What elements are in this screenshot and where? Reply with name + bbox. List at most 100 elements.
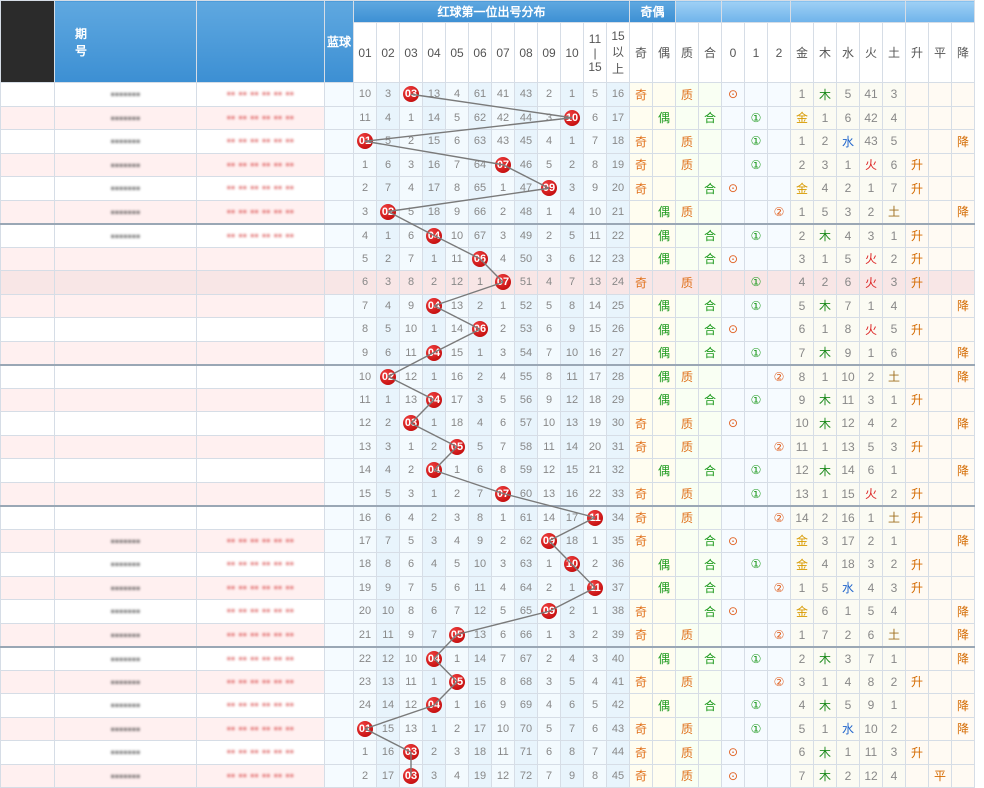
issue-number: ▪▪▪▪▪▪▪ [54,152,197,177]
table-row[interactable]: 7 4 9 04 13 2 1 52 5 8 14 25 偶合 ① 5 木 7 1 4 降 [0,293,975,318]
blue-ball [324,176,354,201]
dist-cell: 04 [422,693,446,718]
table-row[interactable]: ▪▪▪▪▪▪▪ ▪▪ ▪▪ ▪▪ ▪▪ ▪▪ ▪▪ 18 8 6 4 5 10 3 63 1 10 2 3… [0,552,975,577]
element-cell: 5 [836,693,860,718]
row-index [0,599,55,624]
dist-cell: 3 [445,740,469,765]
trend-cell: 升 [905,481,929,506]
dist-cell: 3 [376,82,400,107]
first-ball-marker: 02 [380,203,396,220]
table-row[interactable]: 9 6 11 04 15 1 3 54 7 10 16 27 偶合 ① 7 木 9 1 6 降 [0,340,975,365]
dist-cell: 1 [491,293,515,318]
table-row[interactable]: ▪▪▪▪▪▪▪ ▪▪ ▪▪ ▪▪ ▪▪ ▪▪ ▪▪ 24 14 12 04 1 16 9 69 4 6… [0,693,975,718]
issue-number [54,293,197,318]
remainder-cell [721,363,745,389]
trend-cell [951,270,975,295]
prime-comp-cell [698,152,722,177]
row-index [0,693,55,718]
table-row[interactable]: ▪▪▪▪▪▪▪ ▪▪ ▪▪ ▪▪ ▪▪ ▪▪ ▪▪ 1 16 03 2 3 18 11 71 6 8 7… [0,740,975,765]
table-row[interactable]: 8 5 10 1 14 06 2 53 6 9 15 26 偶合 ⊙ 6 1 8 火 5 升 [0,317,975,342]
table-row[interactable]: 5 2 7 1 11 06 4 50 3 6 12 23 偶合 ⊙ 3 1 5 火 2 升 [0,246,975,271]
table-row[interactable]: 10 02 12 1 16 2 4 55 8 11 17 28 偶质 ② 8 1 10 2 土降 [0,363,975,389]
element-cell: 1 [882,693,906,718]
remainder-cell [721,575,745,600]
remainder-cell [744,411,768,436]
element-cell: 1 [813,716,837,741]
dist-cell: 1 [376,222,400,248]
element-cell: 1 [882,458,906,483]
table-row[interactable]: ▪▪▪▪▪▪▪ ▪▪ ▪▪ ▪▪ ▪▪ ▪▪ ▪▪ 2 7 4 17 8 65 1 47 09 3 9 2… [0,176,975,201]
dist-cell: 12 [537,458,561,483]
table-row[interactable]: ▪▪▪▪▪▪▪ ▪▪ ▪▪ ▪▪ ▪▪ ▪▪ ▪▪ 1 6 3 16 7 64 07 46 5 2 8 1… [0,152,975,177]
dist-cell: 16 [583,340,607,365]
winning-numbers: ▪▪ ▪▪ ▪▪ ▪▪ ▪▪ ▪▪ [196,693,325,718]
table-row[interactable]: ▪▪▪▪▪▪▪ ▪▪ ▪▪ ▪▪ ▪▪ ▪▪ ▪▪ 11 4 1 14 5 62 42 44 3 10… [0,105,975,130]
table-row[interactable]: ▪▪▪▪▪▪▪ ▪▪ ▪▪ ▪▪ ▪▪ ▪▪ ▪▪ 01 5 2 15 6 63 43 45 4 1 7… [0,129,975,154]
dist-cell: 17 [353,528,377,553]
table-row[interactable]: ▪▪▪▪▪▪▪ ▪▪ ▪▪ ▪▪ ▪▪ ▪▪ ▪▪ 23 13 11 1 05 15 8 68 3 5… [0,669,975,694]
remainder-cell [744,199,768,224]
table-row[interactable]: 15 5 3 1 2 7 07 60 13 16 22 33 奇质 ① 13 1 15 火 2 升 [0,481,975,506]
table-row[interactable]: ▪▪▪▪▪▪▪ ▪▪ ▪▪ ▪▪ ▪▪ ▪▪ ▪▪ 19 9 7 5 6 11 4 64 2 1 11 3… [0,575,975,600]
table-row[interactable]: ▪▪▪▪▪▪▪ ▪▪ ▪▪ ▪▪ ▪▪ ▪▪ ▪▪ 3 02 5 18 9 66 2 48 1 4 10… [0,199,975,224]
table-row[interactable]: ▪▪▪▪▪▪▪ ▪▪ ▪▪ ▪▪ ▪▪ ▪▪ ▪▪ 01 15 13 1 2 17 10 70 5 7… [0,716,975,741]
remainder-cell: ① [744,340,768,365]
table-row[interactable]: ▪▪▪▪▪▪▪ ▪▪ ▪▪ ▪▪ ▪▪ ▪▪ ▪▪ 17 7 5 3 4 9 2 62 09 18 1 3… [0,528,975,553]
dist-cell: 5 [399,528,423,553]
odd-even-cell [652,270,676,295]
table-row[interactable]: ▪▪▪▪▪▪▪ ▪▪ ▪▪ ▪▪ ▪▪ ▪▪ ▪▪ 21 11 9 7 05 13 6 66 1 3 2… [0,622,975,647]
element-cell: 2 [790,152,814,177]
table-row[interactable]: 11 1 13 04 17 3 5 56 9 12 18 29 偶合 ① 9 木 11 3 1 升 [0,387,975,412]
remainder-cell [767,740,791,765]
dist-cell: 6 [399,552,423,577]
dist-cell: 1 [422,481,446,506]
element-cell: 4 [859,575,883,600]
element-cell: 2 [882,246,906,271]
winning-numbers: ▪▪ ▪▪ ▪▪ ▪▪ ▪▪ ▪▪ [196,222,325,248]
dist-cell: 66 [514,622,538,647]
table-row[interactable]: ▪▪▪▪▪▪▪ ▪▪ ▪▪ ▪▪ ▪▪ ▪▪ ▪▪ 4 1 6 04 10 67 3 49 2 5 11… [0,222,975,248]
issue-number: ▪▪▪▪▪▪▪ [54,669,197,694]
winning-numbers: ▪▪ ▪▪ ▪▪ ▪▪ ▪▪ ▪▪ [196,575,325,600]
dist-cell: 17 [606,105,630,130]
odd-even-cell: 偶 [652,105,676,130]
table-row[interactable]: 12 2 03 1 18 4 6 57 10 13 19 30 奇质 ⊙ 10 木 12 4 2 降 [0,411,975,436]
table-row[interactable]: ▪▪▪▪▪▪▪ ▪▪ ▪▪ ▪▪ ▪▪ ▪▪ ▪▪ 10 3 03 13 4 61 41 43 2 1… [0,82,975,107]
trend-cell [905,458,929,483]
odd-even-cell: 偶 [652,575,676,600]
dist-cell: 3 [399,152,423,177]
odd-even-cell [629,293,653,318]
trend-cell [951,152,975,177]
table-row[interactable]: ▪▪▪▪▪▪▪ ▪▪ ▪▪ ▪▪ ▪▪ ▪▪ ▪▪ 22 12 10 04 1 14 7 67 2 4… [0,645,975,671]
trend-cell [928,340,952,365]
table-row[interactable]: 6 3 8 2 12 1 07 51 4 7 13 24 奇质 ① 4 2 6 火 3 升 [0,270,975,295]
remainder-cell [767,129,791,154]
element-cell: 木 [813,387,837,412]
dist-cell: 5 [537,293,561,318]
dist-cell: 6 [491,411,515,436]
element-cell: 2 [813,504,837,530]
dist-cell: 11 [537,434,561,459]
winning-numbers [196,340,325,365]
prime-comp-cell [675,105,699,130]
odd-even-cell: 奇 [629,129,653,154]
dist-cell: 19 [583,411,607,436]
dist-cell: 2 [353,176,377,201]
table-row[interactable]: 13 3 1 2 05 5 7 58 11 14 20 31 奇质 ② 11 1 13 5 3 升 [0,434,975,459]
element-cell: 5 [813,199,837,224]
trend-cell [905,199,929,224]
odd-even-cell: 奇 [629,434,653,459]
dist-cell: 6 [376,340,400,365]
dist-cell: 7 [468,481,492,506]
table-row[interactable]: 16 6 4 2 3 8 1 61 14 17 11 34 奇质 ② 14 2 16 1 土升 [0,504,975,530]
dist-cell: 35 [606,528,630,553]
issue-number: ▪▪▪▪▪▪▪ [54,716,197,741]
issue-number: ▪▪▪▪▪▪▪ [54,622,197,647]
element-cell: 16 [836,504,860,530]
table-row[interactable]: ▪▪▪▪▪▪▪ ▪▪ ▪▪ ▪▪ ▪▪ ▪▪ ▪▪ 20 10 8 6 7 12 5 65 09 2 1… [0,599,975,624]
prime-comp-cell: 合 [698,693,722,718]
prime-comp-cell: 质 [675,199,699,224]
dist-cell: 09 [537,176,561,201]
table-row[interactable]: 14 4 2 04 1 6 8 59 12 15 21 32 偶合 ① 12 木 14 6 1 降 [0,458,975,483]
dist-cell: 03 [399,411,423,436]
